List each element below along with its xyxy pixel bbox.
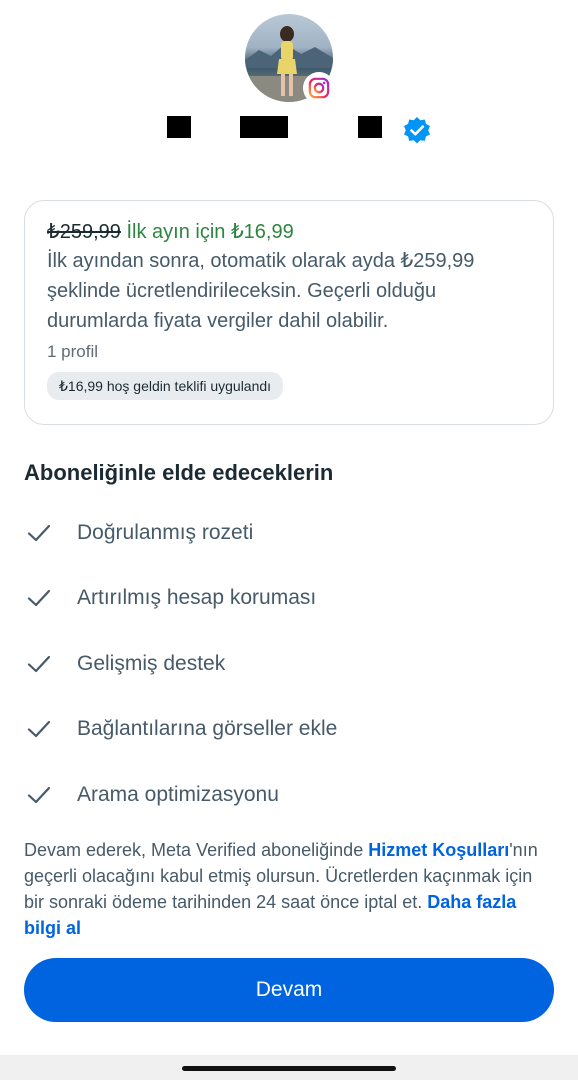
offer-description: İlk ayından sonra, otomatik olarak ayda … [47, 250, 475, 332]
benefit-label: Arama optimizasyonu [77, 782, 279, 806]
benefit-item: Bağlantılarına görseller ekle [24, 697, 554, 763]
benefit-item: Doğrulanmış rozeti [24, 500, 554, 566]
price-line: ₺259,99 İlk ayın için ₺16,99 [47, 219, 531, 245]
benefit-label: Bağlantılarına görseller ekle [77, 717, 338, 741]
continue-button[interactable]: Devam [24, 958, 554, 1022]
instagram-icon [308, 77, 330, 99]
benefits-list: Doğrulanmış rozeti Artırılmış hesap koru… [24, 500, 554, 828]
legal-text: Devam ederek, Meta Verified aboneliğinde… [24, 837, 554, 941]
check-icon [24, 714, 54, 744]
home-indicator[interactable] [182, 1066, 396, 1071]
welcome-offer-pill: ₺16,99 hoş geldin teklifi uygulandı [47, 372, 284, 400]
verified-badge-icon [404, 117, 430, 144]
profile-avatar [245, 14, 335, 104]
check-icon [24, 780, 54, 810]
promo-price: İlk ayın için ₺16,99 [126, 221, 294, 243]
redacted-name-block [240, 116, 288, 138]
benefit-label: Artırılmış hesap koruması [77, 586, 317, 610]
benefit-item: Arama optimizasyonu [24, 762, 554, 828]
benefit-item: Artırılmış hesap koruması [24, 566, 554, 632]
benefit-label: Gelişmiş destek [77, 651, 226, 675]
check-icon [24, 649, 54, 679]
benefit-label: Doğrulanmış rozeti [77, 520, 254, 544]
benefits-title: Aboneliğinle elde edeceklerin [24, 460, 334, 485]
redacted-name-block [167, 116, 191, 138]
legal-text-before: Devam ederek, Meta Verified aboneliğinde [24, 840, 369, 860]
redacted-name-block [358, 116, 382, 138]
check-icon [24, 583, 54, 613]
offer-card: ₺259,99 İlk ayın için ₺16,99 İlk ayından… [24, 200, 554, 425]
terms-link[interactable]: Hizmet Koşulları [368, 840, 509, 860]
profile-count: 1 profil [47, 342, 99, 361]
profile-name-row [0, 116, 578, 144]
check-icon [24, 518, 54, 548]
old-price: ₺259,99 [47, 221, 121, 243]
benefit-item: Gelişmiş destek [24, 631, 554, 697]
instagram-badge [303, 72, 335, 104]
